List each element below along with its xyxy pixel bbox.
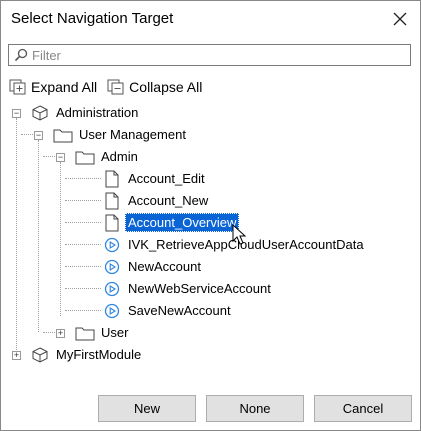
folder-icon <box>53 129 73 143</box>
close-icon <box>393 12 407 26</box>
module-icon <box>32 347 48 363</box>
microflow-icon <box>104 237 120 253</box>
expand-all-button[interactable]: Expand All <box>9 79 97 95</box>
tree-node-save-new-account[interactable]: SaveNewAccount <box>7 301 267 321</box>
microflow-icon <box>104 303 120 319</box>
dialog-title: Select Navigation Target <box>11 10 174 27</box>
tree-node-account-overview[interactable]: Account_Overview <box>7 213 267 233</box>
navigation-tree: − Administration − User Management − Adm… <box>7 102 413 377</box>
tree-node-account-edit[interactable]: Account_Edit <box>7 169 267 189</box>
tree-node-account-new[interactable]: Account_New <box>7 191 267 211</box>
page-icon <box>105 192 119 210</box>
title-bar: Select Navigation Target <box>1 1 420 37</box>
collapse-all-label: Collapse All <box>129 79 203 95</box>
expand-all-icon <box>9 79 26 95</box>
tree-label: User Management <box>79 127 186 142</box>
dialog-buttons: New None Cancel <box>1 395 420 425</box>
collapse-toggle[interactable]: − <box>56 153 65 162</box>
tree-node-admin[interactable]: − Admin <box>7 147 207 167</box>
tree-node-ivk-retrieve[interactable]: IVK_RetrieveAppCloudUserAccountData <box>7 235 407 255</box>
expand-all-label: Expand All <box>31 79 98 95</box>
tree-label: Administration <box>56 105 139 120</box>
tree-label: MyFirstModule <box>56 347 142 362</box>
filter-box[interactable] <box>8 44 411 66</box>
collapse-toggle[interactable]: − <box>34 131 43 140</box>
mouse-cursor-icon <box>232 224 247 245</box>
tree-label: Account_Edit <box>128 171 205 186</box>
filter-input[interactable] <box>30 46 410 64</box>
tree-node-user-management[interactable]: − User Management <box>7 125 227 145</box>
tree-node-user[interactable]: + User <box>7 323 207 343</box>
tree-label: NewWebServiceAccount <box>128 281 271 296</box>
search-icon <box>12 46 30 64</box>
tree-label: Account_New <box>128 193 209 208</box>
tree-node-my-first-module[interactable]: + MyFirstModule <box>7 345 227 365</box>
tree-label: User <box>101 325 129 340</box>
collapse-all-button[interactable]: Collapse All <box>107 79 202 95</box>
module-icon <box>32 105 48 121</box>
tree-node-new-web-service-account[interactable]: NewWebServiceAccount <box>7 279 307 299</box>
none-button[interactable]: None <box>206 395 304 422</box>
tree-toolbar: Expand All Collapse All <box>9 76 202 98</box>
page-icon <box>105 214 119 232</box>
cancel-button[interactable]: Cancel <box>314 395 412 422</box>
page-icon <box>105 170 119 188</box>
microflow-icon <box>104 259 120 275</box>
tree-label-selected: Account_Overview <box>125 213 240 232</box>
tree-label: Admin <box>101 149 138 164</box>
collapse-all-icon <box>107 79 124 95</box>
expand-toggle[interactable]: + <box>56 329 65 338</box>
close-button[interactable] <box>380 1 420 37</box>
tree-node-new-account[interactable]: NewAccount <box>7 257 267 277</box>
new-button[interactable]: New <box>98 395 196 422</box>
tree-label: NewAccount <box>128 259 201 274</box>
tree-node-administration[interactable]: − Administration <box>7 103 207 123</box>
folder-icon <box>75 327 95 341</box>
select-navigation-target-dialog: Select Navigation Target Expand All <box>0 0 421 431</box>
folder-icon <box>75 151 95 165</box>
microflow-icon <box>104 281 120 297</box>
collapse-toggle[interactable]: − <box>12 109 21 118</box>
expand-toggle[interactable]: + <box>12 351 21 360</box>
tree-label: SaveNewAccount <box>128 303 231 318</box>
